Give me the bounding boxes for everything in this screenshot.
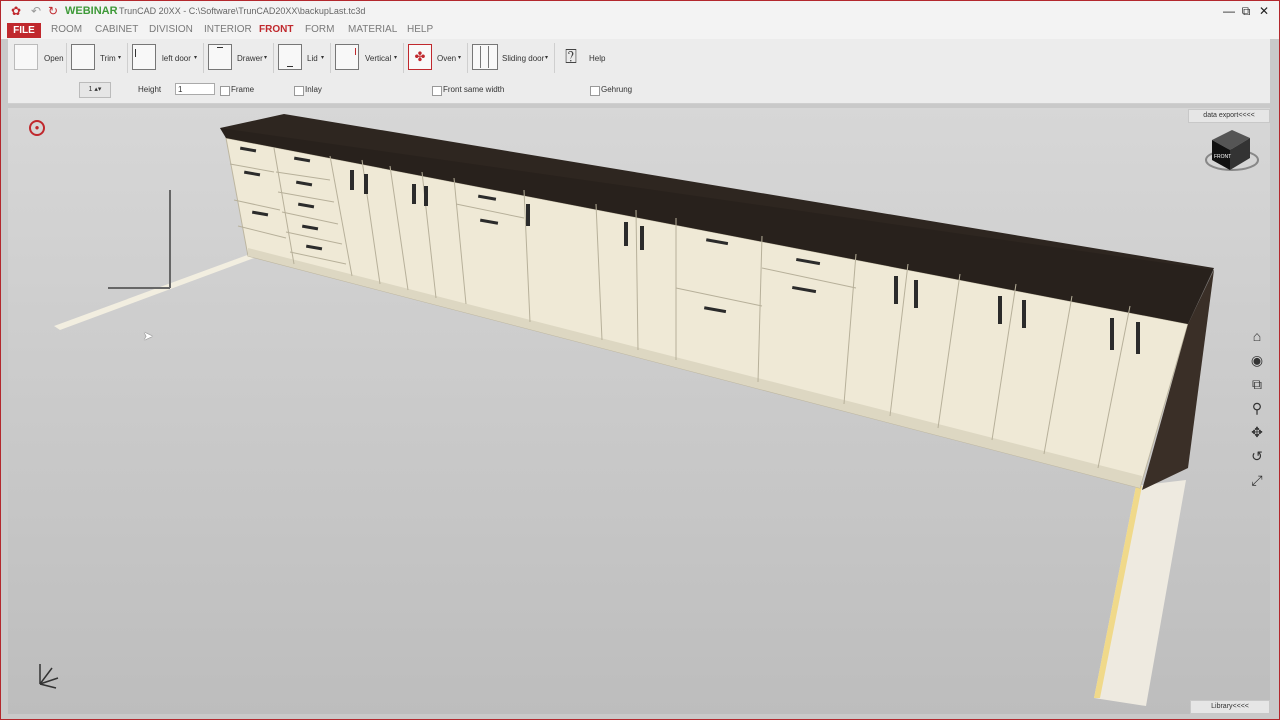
fit-to-screen-icon[interactable]: ⤢ [1248, 471, 1266, 489]
separator [203, 43, 204, 73]
sliding-door-button[interactable]: Sliding door [502, 54, 544, 63]
app-logo-icon: ✿ [10, 4, 22, 18]
library-tab[interactable]: Library<<<< [1190, 700, 1270, 714]
menu-material[interactable]: MATERIAL [348, 24, 397, 35]
gehrung-checkbox[interactable] [590, 86, 600, 96]
data-export-tab[interactable]: data export<<<< [1188, 109, 1270, 123]
menu-file[interactable]: FILE [7, 23, 41, 38]
oven-icon[interactable]: ✤ [408, 44, 432, 70]
spinner-value: 1 [88, 86, 93, 93]
trim-icon[interactable] [71, 44, 95, 70]
view-toggle-icon[interactable]: ● [29, 120, 45, 136]
view-cube-label: FRONT [1214, 154, 1231, 160]
kitchen-scene: FRONT [39, 114, 1259, 706]
floor-strip-left [54, 254, 254, 330]
front-count-spinner[interactable]: 1 ▴▾ [79, 82, 111, 98]
lid-dropdown-icon[interactable]: ▾ [321, 54, 324, 61]
separator [403, 43, 404, 73]
menu-front[interactable]: FRONT [259, 24, 293, 35]
separator [554, 43, 555, 73]
menu-help[interactable]: HELP [407, 24, 433, 35]
menu-cabinet[interactable]: CABINET [95, 24, 138, 35]
close-button[interactable]: ✕ [1256, 4, 1272, 18]
3d-viewport[interactable]: FRONT ● ➤ data export<<<< Library<<<< ⌂ … [8, 108, 1270, 714]
inlay-label: Inlay [305, 85, 322, 94]
front-same-width-label: Front same width [443, 85, 505, 94]
redo-icon[interactable]: ↻ [46, 4, 60, 18]
oven-button[interactable]: Oven [437, 54, 456, 63]
lid-icon[interactable] [278, 44, 302, 70]
separator [66, 43, 67, 73]
drawer-button[interactable]: Drawer [237, 54, 263, 63]
menu-interior[interactable]: INTERIOR [204, 24, 252, 35]
title-bar: ✿ ↶ ↻ WEBINAR TrunCAD 20XX - C:\Software… [1, 1, 1279, 21]
help-person-icon[interactable]: ⍰ [559, 43, 583, 73]
oven-dropdown-icon[interactable]: ▾ [458, 54, 461, 61]
menu-division[interactable]: DIVISION [149, 24, 193, 35]
trim-dropdown-icon[interactable]: ▾ [118, 54, 121, 61]
menu-bar: FILE ROOM CABINET DIVISION INTERIOR FRON… [1, 21, 1279, 39]
menu-room[interactable]: ROOM [51, 24, 82, 35]
pan-icon[interactable]: ✥ [1248, 423, 1266, 441]
height-label: Height [138, 85, 162, 94]
vertical-icon[interactable] [335, 44, 359, 70]
floor-strip-right [1094, 480, 1186, 706]
axis-gizmo [39, 664, 59, 689]
maximize-button[interactable]: ⧉ [1238, 4, 1254, 18]
left-door-icon[interactable] [132, 44, 156, 70]
lid-button[interactable]: Lid [307, 54, 318, 63]
drawer-dropdown-icon[interactable]: ▾ [264, 54, 267, 61]
trim-button[interactable]: Trim [100, 54, 116, 63]
orbit-icon[interactable]: ◉ [1248, 351, 1266, 369]
separator [467, 43, 468, 73]
undo-icon[interactable]: ↶ [29, 4, 43, 18]
sliding-door-icon[interactable] [472, 44, 498, 70]
frame-checkbox[interactable] [220, 86, 230, 96]
app-name: WEBINAR [65, 5, 118, 17]
separator [330, 43, 331, 73]
frame-label: Frame [231, 85, 255, 94]
vertical-button[interactable]: Vertical [365, 54, 391, 63]
open-front-icon[interactable] [14, 44, 38, 70]
separator [273, 43, 274, 73]
view-cube: FRONT [1205, 130, 1259, 171]
vertical-dropdown-icon[interactable]: ▾ [394, 54, 397, 61]
help-button[interactable]: Help [589, 54, 605, 63]
file-path: TrunCAD 20XX - C:\Software\TrunCAD20XX\b… [119, 6, 366, 16]
height-input[interactable]: 1 [175, 83, 215, 95]
zoom-icon[interactable]: ⚲ [1248, 399, 1266, 417]
rotate-icon[interactable]: ↺ [1248, 447, 1266, 465]
separator [127, 43, 128, 73]
mouse-cursor-icon: ➤ [143, 329, 154, 343]
front-same-width-checkbox[interactable] [432, 86, 442, 96]
drawer-icon[interactable] [208, 44, 232, 70]
menu-form[interactable]: FORM [305, 24, 334, 35]
left-door-dropdown-icon[interactable]: ▾ [194, 54, 197, 61]
ribbon-toolbar: Open Trim ▾ left door ▾ Drawer ▾ Lid ▾ V… [8, 39, 1270, 104]
open-button[interactable]: Open [44, 54, 64, 63]
sliding-door-dropdown-icon[interactable]: ▾ [545, 54, 548, 61]
gehrung-label: Gehrung [601, 85, 633, 94]
zoom-window-icon[interactable]: ⧉ [1248, 375, 1266, 393]
home-icon[interactable]: ⌂ [1248, 327, 1266, 345]
inlay-checkbox[interactable] [294, 86, 304, 96]
minimize-button[interactable]: — [1221, 4, 1237, 18]
left-door-button[interactable]: left door [162, 54, 191, 63]
